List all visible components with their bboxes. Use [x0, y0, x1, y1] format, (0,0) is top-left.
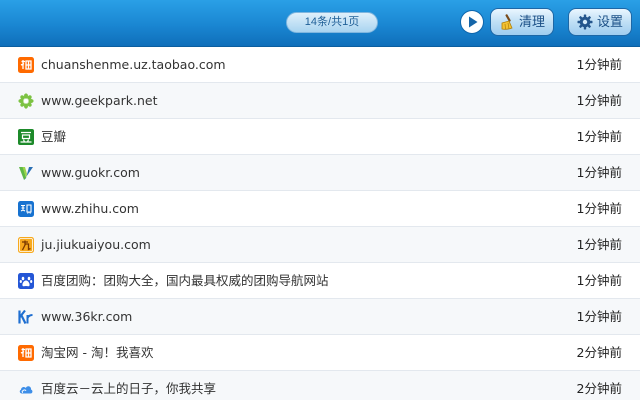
history-time: 1分钟前	[576, 309, 622, 324]
history-title: 百度团购：团购大全，国内最具权威的团购导航网站	[41, 273, 329, 288]
history-list: chuanshenme.uz.taobao.com 1分钟前 www.geekp…	[0, 47, 640, 400]
history-window: 14条/共1页 清理 设置 chuanshenme.uz.taobao.com …	[0, 0, 640, 400]
play-button[interactable]	[461, 11, 483, 33]
settings-label: 设置	[597, 14, 624, 29]
36kr-icon	[18, 309, 33, 324]
gear-icon	[577, 14, 593, 30]
baidu-paw-icon	[18, 273, 34, 289]
history-row[interactable]: www.geekpark.net 1分钟前	[0, 83, 640, 119]
history-time: 1分钟前	[576, 57, 622, 72]
history-time: 1分钟前	[576, 93, 622, 108]
history-time: 2分钟前	[576, 381, 622, 396]
baidu-cloud-icon	[19, 386, 33, 394]
settings-button[interactable]: 设置	[568, 8, 632, 36]
history-row[interactable]: chuanshenme.uz.taobao.com 1分钟前	[0, 47, 640, 83]
history-row[interactable]: 淘宝网 - 淘！我喜欢 2分钟前	[0, 335, 640, 371]
history-title: 淘宝网 - 淘！我喜欢	[41, 345, 154, 360]
guokr-icon	[19, 167, 33, 180]
history-time: 1分钟前	[576, 165, 622, 180]
zhihu-icon	[18, 201, 34, 217]
clean-label: 清理	[519, 14, 546, 29]
history-title: www.36kr.com	[41, 309, 133, 324]
history-title: 百度云－云上的日子，你我共享	[41, 381, 217, 396]
geekpark-icon	[18, 93, 34, 109]
history-title: chuanshenme.uz.taobao.com	[41, 57, 226, 72]
history-time: 1分钟前	[576, 273, 622, 288]
history-time: 1分钟前	[576, 237, 622, 252]
history-title: www.zhihu.com	[41, 201, 139, 216]
history-row[interactable]: www.guokr.com 1分钟前	[0, 155, 640, 191]
jiukuaiyou-icon	[18, 237, 34, 253]
play-icon	[469, 16, 478, 28]
history-row[interactable]: www.zhihu.com 1分钟前	[0, 191, 640, 227]
history-row[interactable]: ju.jiukuaiyou.com 1分钟前	[0, 227, 640, 263]
taobao-icon	[18, 57, 34, 73]
history-row[interactable]: www.36kr.com 1分钟前	[0, 299, 640, 335]
history-time: 2分钟前	[576, 345, 622, 360]
clean-button[interactable]: 清理	[490, 8, 554, 36]
history-row[interactable]: 百度云－云上的日子，你我共享 2分钟前	[0, 371, 640, 400]
broom-icon	[501, 14, 513, 30]
history-title: www.geekpark.net	[41, 93, 158, 108]
history-time: 1分钟前	[576, 201, 622, 216]
history-title: www.guokr.com	[41, 165, 140, 180]
history-title: ju.jiukuaiyou.com	[41, 237, 151, 252]
page-info-badge: 14条/共1页	[286, 12, 378, 33]
taobao-icon	[18, 345, 34, 361]
douban-icon	[18, 129, 34, 145]
history-row[interactable]: 豆瓣 1分钟前	[0, 119, 640, 155]
history-title: 豆瓣	[41, 129, 67, 144]
history-row[interactable]: 百度团购：团购大全，国内最具权威的团购导航网站 1分钟前	[0, 263, 640, 299]
history-time: 1分钟前	[576, 129, 622, 144]
toolbar: 14条/共1页 清理 设置	[0, 0, 640, 47]
